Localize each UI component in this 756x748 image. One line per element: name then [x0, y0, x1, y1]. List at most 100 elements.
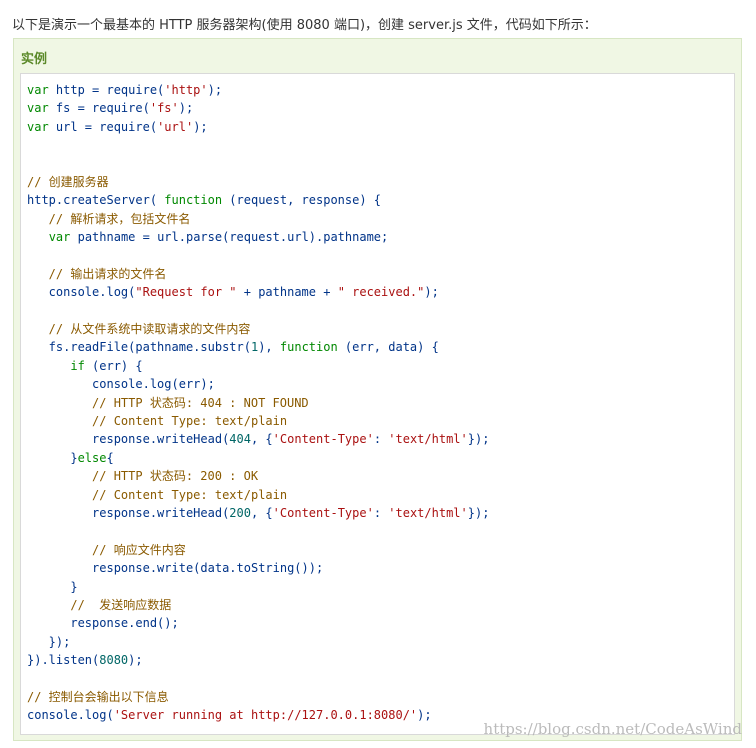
code-token: response.end(); — [27, 616, 179, 631]
code-token: ), — [258, 340, 280, 355]
example-title: 实例 — [21, 52, 48, 67]
code-token: { — [106, 450, 114, 465]
code-line: // 从文件系统中读取请求的文件内容 — [27, 320, 727, 338]
code-line: } — [27, 578, 727, 596]
code-line: ​ — [27, 522, 727, 540]
code-token: 'url' — [157, 119, 194, 134]
code-token: console.log( — [27, 285, 136, 300]
code-line: ​ — [27, 136, 727, 154]
code-line: console.log("Request for " + pathname + … — [27, 283, 727, 301]
code-line: // 输出请求的文件名 — [27, 265, 727, 283]
code-token: (request, response) { — [222, 193, 382, 208]
code-line: // Content Type: text/plain — [27, 486, 727, 504]
code-token: ); — [207, 83, 223, 97]
code-token: + pathname + — [236, 285, 338, 300]
code-token: var — [27, 119, 49, 134]
code-token: response.write(data.toString()); — [27, 561, 324, 576]
code-token: // 解析请求，包括文件名 — [27, 211, 191, 226]
code-token: // 响应文件内容 — [27, 542, 186, 557]
code-token: ); — [128, 653, 143, 668]
code-line: // 解析请求，包括文件名 — [27, 210, 727, 228]
code-token: 200 — [229, 505, 251, 520]
code-token: 'Content-Type' — [272, 505, 374, 520]
code-token: , { — [250, 505, 273, 520]
code-token: ); — [178, 101, 194, 116]
code-token: 'Content-Type' — [272, 432, 374, 447]
code-line: response.writeHead(404, {'Content-Type':… — [27, 430, 727, 448]
code-token: (err) { — [84, 358, 143, 373]
code-token: }); — [27, 634, 71, 649]
code-token: : — [373, 505, 389, 520]
code-token: 8080 — [99, 653, 129, 668]
code-line: response.write(data.toString()); — [27, 559, 727, 577]
code-line: console.log(err); — [27, 375, 727, 393]
code-line: // HTTP 状态码: 200 : OK — [27, 467, 727, 485]
code-token: function — [279, 340, 338, 355]
code-line: console.log('Server running at http://12… — [27, 706, 727, 724]
code-token: 'text/html' — [388, 505, 468, 520]
code-line: ​ — [27, 155, 727, 173]
code-line: var pathname = url.parse(request.url).pa… — [27, 228, 727, 246]
code-block[interactable]: var http = require('http'); var fs = requ… — [20, 73, 735, 735]
code-token: , { — [250, 432, 273, 447]
code-line: }).listen(8080); — [27, 651, 727, 669]
code-token: console.log(err); — [27, 377, 215, 392]
code-token: response.writeHead( — [27, 505, 230, 520]
code-token: " received." — [337, 285, 425, 300]
code-line: }); — [27, 633, 727, 651]
code-line: // HTTP 状态码: 404 : NOT FOUND — [27, 394, 727, 412]
code-line: // 响应文件内容 — [27, 541, 727, 559]
code-line: fs.readFile(pathname.substr(1), function… — [27, 338, 727, 356]
code-token: ); — [424, 285, 439, 300]
code-line: // 创建服务器 — [27, 173, 727, 191]
code-token: // 输出请求的文件名 — [27, 266, 167, 281]
code-line: ​ — [27, 247, 727, 265]
code-line: response.end(); — [27, 614, 727, 632]
code-line: }else{ — [27, 449, 727, 467]
code-token: // 控制台会输出以下信息 — [27, 689, 169, 704]
code-token: fs.readFile(pathname.substr( — [27, 340, 251, 355]
code-token: // 发送响应数据 — [27, 597, 172, 612]
code-token: if — [70, 358, 85, 373]
code-line: // 控制台会输出以下信息 — [27, 688, 727, 706]
code-token: var — [27, 101, 49, 116]
code-line: // Content Type: text/plain — [27, 412, 727, 430]
code-content: var http = require('http'); var fs = requ… — [27, 81, 727, 725]
code-token: response.writeHead( — [27, 432, 230, 447]
code-token: 'Server running at http://127.0.0.1:8080… — [113, 708, 418, 723]
code-token: fs = require( — [48, 101, 150, 116]
code-line: ​ — [27, 670, 727, 688]
code-token: http.createServer( — [27, 193, 165, 208]
code-token: // Content Type: text/plain — [27, 414, 288, 429]
code-token: ); — [417, 708, 432, 723]
code-token: 404 — [229, 432, 251, 447]
code-token: (err, data) { — [337, 340, 439, 355]
code-token: // 创建服务器 — [27, 174, 109, 189]
code-token: }).listen( — [27, 653, 100, 668]
code-line: if (err) { — [27, 357, 727, 375]
example-panel: 实例 var http = require('http'); var fs = r… — [13, 38, 742, 741]
code-token: 'text/html' — [388, 432, 468, 447]
code-token: }); — [467, 432, 490, 447]
code-token: var — [27, 83, 49, 97]
code-token: console.log( — [27, 708, 114, 723]
code-token: 'http' — [164, 83, 208, 97]
code-token: // 从文件系统中读取请求的文件内容 — [27, 322, 251, 337]
code-token: } — [27, 579, 78, 594]
code-token: ); — [193, 119, 208, 134]
code-token: : — [373, 432, 389, 447]
intro-text: 以下是演示一个最基本的 HTTP 服务器架构(使用 8080 端口)，创建 se… — [12, 18, 597, 33]
code-token: pathname = url.parse(request.url).pathna… — [70, 230, 389, 245]
code-token: 'fs' — [149, 101, 179, 116]
code-token: function — [164, 193, 223, 208]
code-token: http = require( — [48, 83, 165, 97]
code-token: var — [48, 230, 71, 245]
code-line: // 发送响应数据 — [27, 596, 727, 614]
code-token: // HTTP 状态码: 404 : NOT FOUND — [27, 395, 309, 410]
code-line: response.writeHead(200, {'Content-Type':… — [27, 504, 727, 522]
code-token: // HTTP 状态码: 200 : OK — [27, 469, 259, 484]
code-line: var url = require('url'); — [27, 118, 727, 136]
code-line: var http = require('http'); — [27, 81, 727, 99]
